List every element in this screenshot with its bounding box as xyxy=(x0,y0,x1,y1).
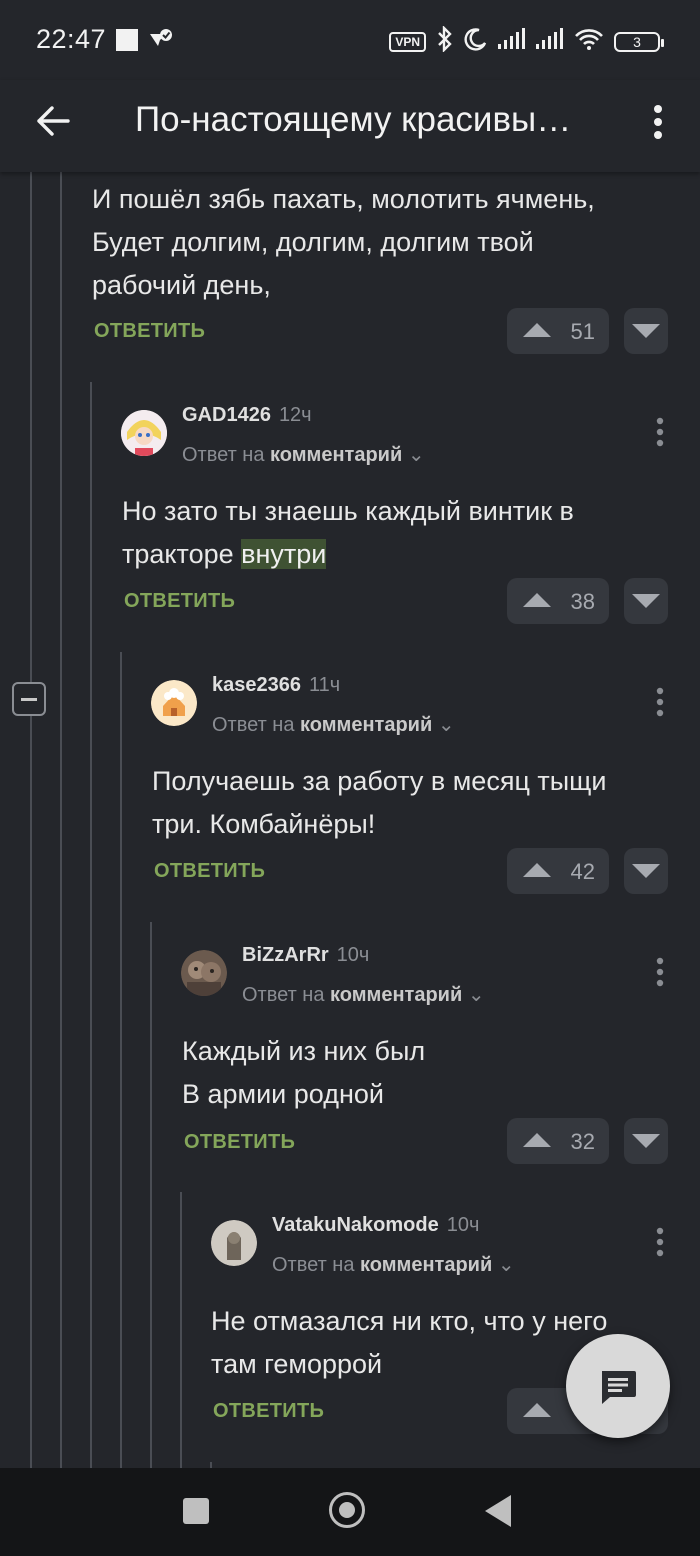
more-vertical-icon[interactable] xyxy=(653,1227,667,1262)
upvote-button[interactable]: 32 xyxy=(507,1118,609,1164)
reply-to[interactable]: Ответ на комментарий ⌄ xyxy=(242,982,485,1007)
status-bar: 22:47 VPN 3 xyxy=(0,0,700,80)
reply-button[interactable]: ОТВЕТИТЬ xyxy=(213,1400,324,1423)
more-vertical-icon[interactable] xyxy=(653,687,667,722)
signal-icon xyxy=(536,28,564,55)
comment-text: Каждый из них был В армии родной xyxy=(182,1036,426,1109)
arrow-down-icon xyxy=(632,324,660,338)
chevron-down-icon: ⌄ xyxy=(497,1254,515,1276)
downvote-button[interactable] xyxy=(624,848,668,894)
more-vertical-icon[interactable] xyxy=(648,104,668,145)
highlighted-text: внутри xyxy=(241,539,327,569)
page-title: По-настоящему красивы… xyxy=(135,100,572,139)
arrow-up-icon xyxy=(523,863,551,877)
home-icon[interactable] xyxy=(329,1492,365,1528)
avatar[interactable] xyxy=(151,680,197,726)
arrow-down-icon xyxy=(632,864,660,878)
comment-text: И пошёл зябь пахать, молотить ячмень, Бу… xyxy=(92,184,595,300)
arrow-down-icon xyxy=(632,1134,660,1148)
battery-icon: 3 xyxy=(614,31,664,52)
comment: BiZzArRr 10ч Ответ на комментарий ⌄ Кажды… xyxy=(0,932,700,1172)
comment-text: Получаешь за работу в месяц тыщи три. Ко… xyxy=(152,766,607,839)
arrow-up-icon xyxy=(523,323,551,337)
username[interactable]: BiZzArRr 10ч xyxy=(242,944,369,967)
downvote-button[interactable] xyxy=(624,578,668,624)
comment-thread: И пошёл зябь пахать, молотить ячмень, Бу… xyxy=(0,172,700,1468)
vote-count: 51 xyxy=(570,319,595,344)
signal-icon xyxy=(498,28,526,55)
square-icon xyxy=(116,29,138,51)
vpn-icon: VPN xyxy=(389,31,426,52)
comment-time: 11ч xyxy=(308,674,341,696)
chevron-down-icon: ⌄ xyxy=(407,444,425,466)
avatar[interactable] xyxy=(211,1220,257,1266)
reply-button[interactable]: ОТВЕТИТЬ xyxy=(94,320,205,343)
username[interactable]: GAD1426 12ч xyxy=(182,404,312,427)
reply-button[interactable]: ОТВЕТИТЬ xyxy=(124,590,235,613)
comment: kase2366 11ч Ответ на комментарий ⌄ Получ… xyxy=(0,662,700,902)
downvote-button[interactable] xyxy=(624,308,668,354)
wifi-icon xyxy=(574,28,604,55)
reply-button[interactable]: ОТВЕТИТЬ xyxy=(154,860,265,883)
reply-button[interactable]: ОТВЕТИТЬ xyxy=(184,1131,295,1154)
comment-time: 10ч xyxy=(446,1214,480,1236)
comment: И пошёл зябь пахать, молотить ячмень, Бу… xyxy=(0,172,700,362)
more-vertical-icon[interactable] xyxy=(653,417,667,452)
reply-to[interactable]: Ответ на комментарий ⌄ xyxy=(182,442,425,467)
status-time: 22:47 xyxy=(36,24,107,54)
chevron-down-icon: ⌄ xyxy=(437,714,455,736)
arrow-up-icon xyxy=(523,1133,551,1147)
comment: GAD1426 12ч Ответ на комментарий ⌄ Но зат… xyxy=(0,392,700,632)
username[interactable]: VatakuNakomode 10ч xyxy=(272,1214,479,1237)
recents-icon[interactable] xyxy=(183,1498,209,1524)
avatar[interactable] xyxy=(121,410,167,456)
comment-time: 12ч xyxy=(278,404,312,426)
system-nav-bar xyxy=(0,1468,700,1556)
comment-text: Но зато ты знаешь каждый винтик в тракто… xyxy=(122,496,574,569)
avatar[interactable] xyxy=(181,950,227,996)
upvote-button[interactable]: 38 xyxy=(507,578,609,624)
vote-count: 38 xyxy=(570,589,595,614)
notification-icon xyxy=(146,26,174,59)
bluetooth-icon xyxy=(436,25,454,57)
arrow-left-icon[interactable] xyxy=(36,106,70,141)
arrow-down-icon xyxy=(632,594,660,608)
upvote-button[interactable]: 42 xyxy=(507,848,609,894)
vote-count: 32 xyxy=(570,1129,595,1154)
upvote-button[interactable]: 51 xyxy=(507,308,609,354)
arrow-up-icon xyxy=(523,1403,551,1417)
chevron-down-icon: ⌄ xyxy=(467,984,485,1006)
reply-to[interactable]: Ответ на комментарий ⌄ xyxy=(272,1252,515,1277)
arrow-up-icon xyxy=(523,593,551,607)
comment-time: 10ч xyxy=(336,944,370,966)
username[interactable]: kase2366 11ч xyxy=(212,674,340,697)
downvote-button[interactable] xyxy=(624,1118,668,1164)
reply-to[interactable]: Ответ на комментарий ⌄ xyxy=(212,712,455,737)
moon-icon xyxy=(464,27,488,56)
vote-count: 42 xyxy=(570,859,595,884)
more-vertical-icon[interactable] xyxy=(653,957,667,992)
app-toolbar: По-настоящему красивы… xyxy=(0,80,700,172)
add-comment-button[interactable] xyxy=(566,1334,670,1438)
back-icon[interactable] xyxy=(485,1495,511,1527)
